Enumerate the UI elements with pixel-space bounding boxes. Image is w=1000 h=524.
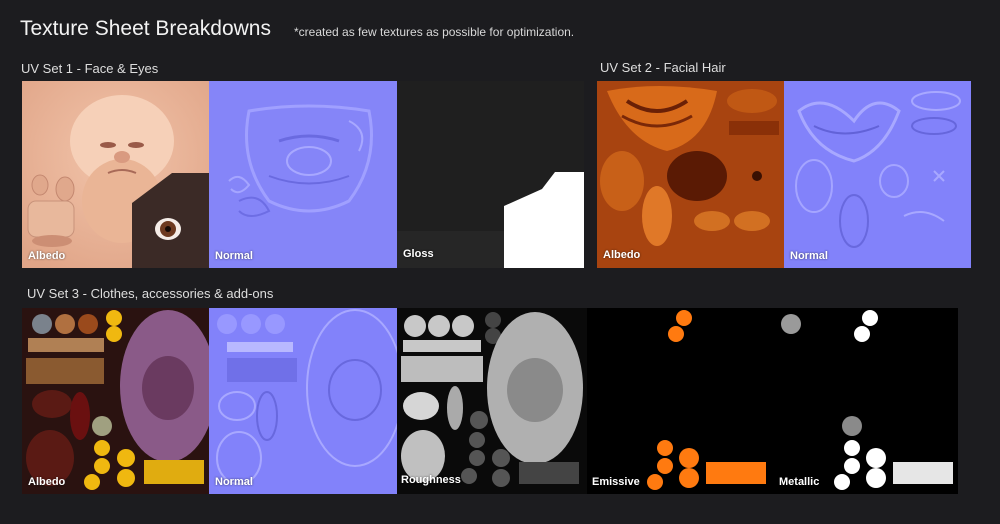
uv1-normal-map: Normal [209, 81, 397, 268]
uv2-albedo-label: Albedo [603, 249, 641, 261]
uv3-emissive-image [587, 308, 774, 494]
uv-set-3-title: UV Set 3 - Clothes, accessories & add-on… [27, 286, 274, 301]
uv1-normal-label: Normal [215, 250, 253, 262]
uv2-albedo-image [597, 81, 784, 268]
uv3-metallic-image [774, 308, 958, 494]
uv2-normal-label: Normal [790, 250, 828, 262]
uv3-roughness-label: Roughness [401, 474, 461, 486]
uv3-metallic-map: Metallic [774, 308, 958, 494]
uv1-albedo-label: Albedo [28, 250, 66, 262]
uv3-normal-label: Normal [215, 476, 253, 488]
uv2-normal-image [784, 81, 971, 268]
uv2-albedo-map: Albedo [597, 81, 784, 268]
uv3-emissive-map: Emissive [587, 308, 774, 494]
uv3-normal-map: Normal [209, 308, 397, 494]
uv1-gloss-label: Gloss [403, 248, 434, 260]
uv-set-2-title: UV Set 2 - Facial Hair [600, 60, 726, 75]
page-title: Texture Sheet Breakdowns [20, 17, 271, 40]
uv3-albedo-map: Albedo [22, 308, 209, 494]
uv1-normal-image [209, 81, 397, 268]
uv3-roughness-image [397, 308, 587, 494]
uv1-gloss-map: Gloss [397, 81, 584, 268]
uv1-albedo-map: Albedo [22, 81, 209, 268]
uv1-albedo-image [22, 81, 209, 268]
uv-set-1-title: UV Set 1 - Face & Eyes [21, 61, 159, 76]
uv3-emissive-label: Emissive [592, 476, 640, 488]
uv3-roughness-map: Roughness [397, 308, 587, 494]
uv3-normal-image [209, 308, 397, 494]
uv3-albedo-label: Albedo [28, 476, 66, 488]
uv2-normal-map: Normal [784, 81, 971, 268]
uv1-gloss-image [397, 81, 584, 268]
optimization-note: *created as few textures as possible for… [294, 25, 575, 39]
uv3-metallic-label: Metallic [779, 476, 820, 488]
uv3-albedo-image [22, 308, 209, 494]
